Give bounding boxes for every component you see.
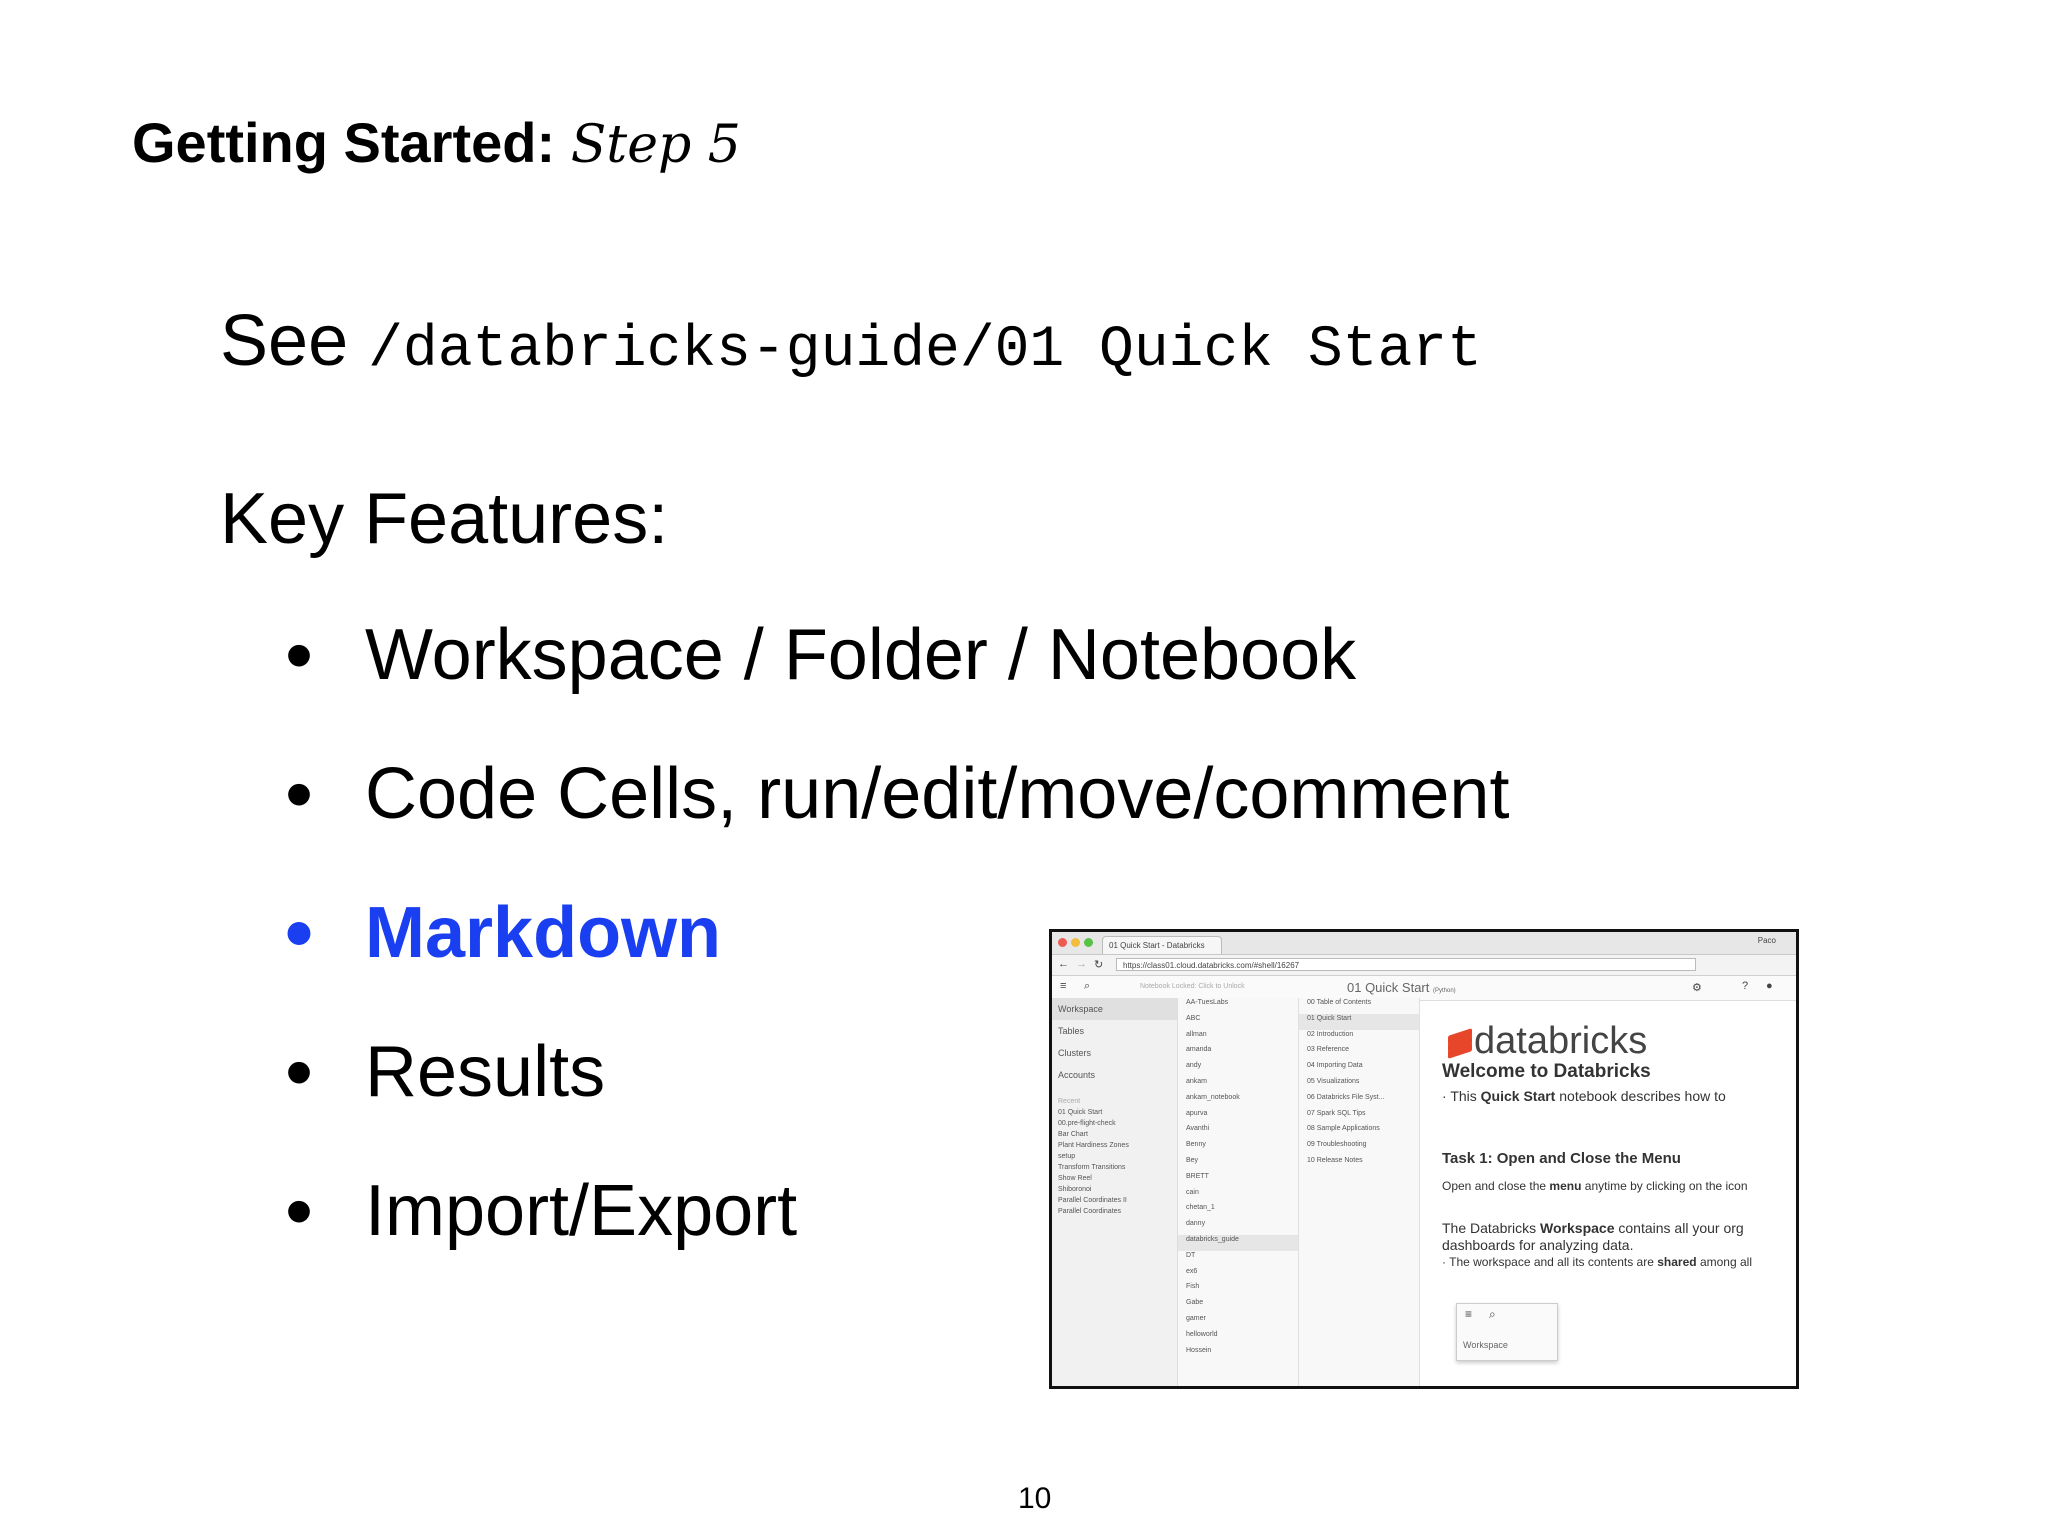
folder-item: DT xyxy=(1186,1251,1196,1259)
folder-item: Hossein xyxy=(1186,1346,1212,1354)
databricks-logo: databricks xyxy=(1446,1020,1647,1063)
browser-tab: 01 Quick Start - Databricks xyxy=(1102,936,1222,954)
guide-item: 09 Troubleshooting xyxy=(1307,1141,1367,1149)
recent-label: Recent xyxy=(1058,1098,1081,1105)
folder-item: BRETT xyxy=(1186,1172,1209,1180)
guide-item: 04 Importing Data xyxy=(1307,1062,1363,1070)
guide-item: 08 Sample Applications xyxy=(1307,1125,1380,1133)
databricks-logo-icon xyxy=(1446,1028,1474,1059)
user-name: Paco xyxy=(1757,936,1776,945)
search-icon: ⌕ xyxy=(1489,1307,1496,1321)
folder-item: chetan_1 xyxy=(1186,1204,1215,1212)
shared-line: · The workspace and all its contents are… xyxy=(1442,1255,1752,1269)
folder-item: AA-TuesLabs xyxy=(1186,999,1229,1006)
sidebar-item-workspace: Workspace xyxy=(1052,998,1177,1020)
app-sidebar: Workspace Tables Clusters Accounts Recen… xyxy=(1052,998,1178,1386)
welcome-heading: Welcome to Databricks xyxy=(1442,1061,1651,1082)
folder-item: cain xyxy=(1186,1188,1199,1196)
menu-icon: ≡ xyxy=(1465,1307,1473,1321)
recent-item: Bar Chart xyxy=(1058,1131,1088,1138)
databricks-screenshot: 01 Quick Start - Databricks Paco ← → ↻ h… xyxy=(1049,929,1799,1389)
recent-item: 00.pre-flight-check xyxy=(1058,1120,1116,1127)
folder-item: helloworld xyxy=(1186,1330,1218,1338)
sidebar-item-tables: Tables xyxy=(1058,1026,1085,1036)
recent-item: Show Reel xyxy=(1058,1175,1092,1182)
back-icon: ← xyxy=(1058,958,1069,970)
folder-item: danny xyxy=(1186,1220,1206,1228)
guide-item: 10 Release Notes xyxy=(1307,1156,1363,1164)
task1-heading: Task 1: Open and Close the Menu xyxy=(1442,1150,1681,1167)
guide-item-selected: 01 Quick Start xyxy=(1299,1013,1419,1030)
folder-item: gamer xyxy=(1186,1314,1206,1322)
folder-item: Gabe xyxy=(1186,1299,1204,1307)
recent-item: Parallel Coordinates II xyxy=(1058,1197,1127,1204)
folder-item: Fish xyxy=(1186,1283,1200,1291)
url-field: https://class01.cloud.databricks.com/#sh… xyxy=(1116,958,1696,971)
key-features-heading: Key Features: xyxy=(220,479,669,559)
recent-item: setup xyxy=(1058,1153,1076,1160)
reload-icon: ↻ xyxy=(1094,959,1104,971)
title-bold: Getting Started: xyxy=(132,111,556,174)
browser-titlebar: 01 Quick Start - Databricks Paco xyxy=(1052,932,1796,955)
see-line: See /databricks-guide/01 Quick Start xyxy=(220,300,1482,383)
intro-line: · This Quick Start notebook describes ho… xyxy=(1442,1088,1726,1104)
guide-item: 00 Table of Contents xyxy=(1307,999,1372,1006)
folder-item: ankam_notebook xyxy=(1186,1093,1240,1101)
folder-item: ABC xyxy=(1186,1014,1201,1022)
sidebar-item-clusters: Clusters xyxy=(1058,1048,1092,1058)
notebook-content: databricks Welcome to Databricks · This … xyxy=(1442,998,1796,1386)
recent-item: Parallel Coordinates xyxy=(1058,1208,1122,1215)
folder-item: ankam xyxy=(1186,1077,1208,1085)
search-icon: ⌕ xyxy=(1084,980,1091,992)
url-bar: ← → ↻ https://class01.cloud.databricks.c… xyxy=(1052,955,1796,976)
recent-item: 01 Quick Start xyxy=(1058,1109,1103,1116)
folder-item: amanda xyxy=(1186,1046,1212,1054)
folder-item: allman xyxy=(1186,1030,1207,1038)
folder-item: Avanthi xyxy=(1186,1125,1210,1133)
user-icon: ● xyxy=(1766,980,1773,992)
menu-preview: ≡ ⌕ Workspace xyxy=(1456,1303,1558,1361)
guide-item: 03 Reference xyxy=(1307,1046,1350,1054)
sidebar-item-accounts: Accounts xyxy=(1058,1070,1096,1080)
folder-item: Benny xyxy=(1186,1141,1206,1149)
maximize-icon xyxy=(1084,938,1093,947)
minimize-icon xyxy=(1071,938,1080,947)
guide-item: 06 Databricks File Syst... xyxy=(1307,1093,1385,1101)
feature-item: Code Cells, run/edit/move/comment xyxy=(285,749,1509,888)
task1-line: Open and close the menu anytime by click… xyxy=(1442,1179,1748,1193)
see-path: /databricks-guide/01 Quick Start xyxy=(368,318,1482,383)
recent-item: Plant Hardiness Zones xyxy=(1058,1142,1129,1149)
menu-workspace-item: Workspace xyxy=(1463,1340,1508,1350)
recent-item: Transform Transitions xyxy=(1058,1164,1126,1171)
folder-item: ex6 xyxy=(1186,1267,1198,1275)
workspace-line-2: dashboards for analyzing data. xyxy=(1442,1237,1634,1253)
close-icon xyxy=(1058,938,1067,947)
slide-title: Getting Started: Step 5 xyxy=(132,110,741,175)
page-number: 10 xyxy=(1018,1482,1052,1515)
help-icon: ? xyxy=(1742,980,1749,992)
folder-item: apurva xyxy=(1186,1109,1208,1117)
forward-icon: → xyxy=(1076,958,1087,970)
workspace-line: The Databricks Workspace contains all yo… xyxy=(1442,1220,1744,1236)
guide-item: 05 Visualizations xyxy=(1307,1077,1360,1085)
folder-item: andy xyxy=(1186,1062,1202,1070)
folder-item: Bey xyxy=(1186,1156,1199,1164)
folder-list: AA-TuesLabs ABC allman amanda andy ankam… xyxy=(1178,998,1299,1386)
menu-icon: ≡ xyxy=(1060,980,1067,992)
feature-item: Workspace / Folder / Notebook xyxy=(285,610,1509,749)
settings-icon: ⚙ xyxy=(1692,982,1702,994)
recent-item: Shiboronoi xyxy=(1058,1186,1092,1193)
title-italic: Step 5 xyxy=(570,115,741,175)
folder-item-selected: databricks_guide xyxy=(1178,1234,1298,1251)
lock-text: Notebook Locked: Click to Unlock xyxy=(1140,983,1245,990)
see-label: See xyxy=(220,301,349,381)
guide-item: 07 Spark SQL Tips xyxy=(1307,1109,1366,1117)
guide-list: 00 Table of Contents 01 Quick Start 02 I… xyxy=(1299,998,1420,1386)
guide-item: 02 Introduction xyxy=(1307,1030,1354,1038)
notebook-title: 01 Quick Start (Python) xyxy=(1347,980,1456,995)
